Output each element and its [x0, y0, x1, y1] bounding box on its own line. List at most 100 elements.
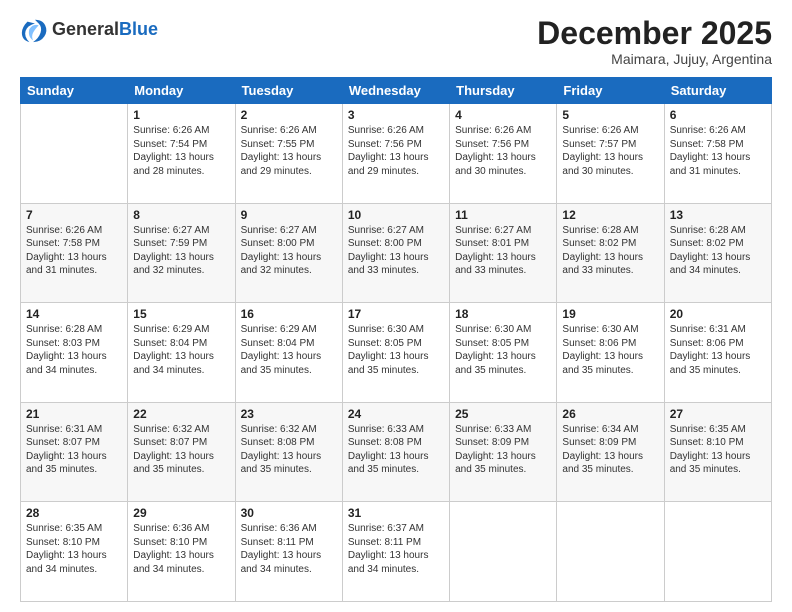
day-number: 18	[455, 307, 551, 321]
day-number: 23	[241, 407, 337, 421]
calendar-cell: 14Sunrise: 6:28 AM Sunset: 8:03 PM Dayli…	[21, 303, 128, 403]
day-number: 24	[348, 407, 444, 421]
calendar-week-row: 21 Sunrise: 6:31 AM Sunset: 8:07 PM Dayli…	[21, 402, 772, 502]
day-info: Sunrise: 6:26 AM Sunset: 7:56 PM Dayligh…	[455, 124, 551, 178]
location: Maimara, Jujuy, Argentina	[537, 51, 772, 67]
day-info: Sunrise: 6:33 AM Sunset: 8:09 PM Dayligh…	[455, 423, 551, 477]
day-number: 7	[26, 208, 122, 222]
day-number: 14	[26, 307, 122, 321]
day-number: 20	[670, 307, 766, 321]
calendar-cell: 28 Sunrise: 6:35 AM Sunset: 8:10 PM Dayli…	[21, 502, 128, 602]
day-number: 11	[455, 208, 551, 222]
calendar-cell: 17Sunrise: 6:30 AM Sunset: 8:05 PM Dayli…	[342, 303, 449, 403]
col-header-saturday: Saturday	[664, 78, 771, 104]
day-number: 17	[348, 307, 444, 321]
day-number: 1	[133, 108, 229, 122]
day-info: Sunrise: 6:35 AM Sunset: 8:10 PM Dayligh…	[670, 423, 766, 477]
day-info: Sunrise: 6:33 AM Sunset: 8:08 PM Dayligh…	[348, 423, 444, 477]
day-number: 26	[562, 407, 658, 421]
day-info: Sunrise: 6:26 AM Sunset: 7:58 PM Dayligh…	[670, 124, 766, 178]
day-number: 3	[348, 108, 444, 122]
day-info: Sunrise: 6:28 AM Sunset: 8:02 PM Dayligh…	[562, 224, 658, 278]
day-number: 2	[241, 108, 337, 122]
day-info: Sunrise: 6:26 AM Sunset: 7:58 PM Dayligh…	[26, 224, 122, 278]
day-info: Sunrise: 6:32 AM Sunset: 8:07 PM Dayligh…	[133, 423, 229, 477]
calendar-cell	[557, 502, 664, 602]
calendar-cell: 2 Sunrise: 6:26 AM Sunset: 7:55 PM Daylig…	[235, 104, 342, 204]
col-header-friday: Friday	[557, 78, 664, 104]
calendar-cell: 7 Sunrise: 6:26 AM Sunset: 7:58 PM Daylig…	[21, 203, 128, 303]
day-number: 12	[562, 208, 658, 222]
logo-icon	[20, 16, 48, 44]
day-info: Sunrise: 6:30 AM Sunset: 8:05 PM Dayligh…	[455, 323, 551, 377]
day-info: Sunrise: 6:35 AM Sunset: 8:10 PM Dayligh…	[26, 522, 122, 576]
col-header-thursday: Thursday	[450, 78, 557, 104]
calendar-cell: 20 Sunrise: 6:31 AM Sunset: 8:06 PM Dayli…	[664, 303, 771, 403]
calendar-cell: 30Sunrise: 6:36 AM Sunset: 8:11 PM Dayli…	[235, 502, 342, 602]
day-number: 25	[455, 407, 551, 421]
calendar-cell: 29 Sunrise: 6:36 AM Sunset: 8:10 PM Dayli…	[128, 502, 235, 602]
day-number: 4	[455, 108, 551, 122]
col-header-monday: Monday	[128, 78, 235, 104]
calendar-week-row: 7 Sunrise: 6:26 AM Sunset: 7:58 PM Daylig…	[21, 203, 772, 303]
calendar-cell: 31 Sunrise: 6:37 AM Sunset: 8:11 PM Dayli…	[342, 502, 449, 602]
day-info: Sunrise: 6:32 AM Sunset: 8:08 PM Dayligh…	[241, 423, 337, 477]
calendar-cell: 13Sunrise: 6:28 AM Sunset: 8:02 PM Dayli…	[664, 203, 771, 303]
day-info: Sunrise: 6:27 AM Sunset: 7:59 PM Dayligh…	[133, 224, 229, 278]
calendar-cell: 8Sunrise: 6:27 AM Sunset: 7:59 PM Daylig…	[128, 203, 235, 303]
calendar-cell: 5 Sunrise: 6:26 AM Sunset: 7:57 PM Daylig…	[557, 104, 664, 204]
day-info: Sunrise: 6:36 AM Sunset: 8:10 PM Dayligh…	[133, 522, 229, 576]
calendar-cell: 9Sunrise: 6:27 AM Sunset: 8:00 PM Daylig…	[235, 203, 342, 303]
calendar-cell: 10 Sunrise: 6:27 AM Sunset: 8:00 PM Dayli…	[342, 203, 449, 303]
title-block: December 2025 Maimara, Jujuy, Argentina	[537, 16, 772, 67]
day-info: Sunrise: 6:29 AM Sunset: 8:04 PM Dayligh…	[241, 323, 337, 377]
col-header-wednesday: Wednesday	[342, 78, 449, 104]
day-info: Sunrise: 6:30 AM Sunset: 8:06 PM Dayligh…	[562, 323, 658, 377]
calendar-cell: 15 Sunrise: 6:29 AM Sunset: 8:04 PM Dayli…	[128, 303, 235, 403]
month-title: December 2025	[537, 16, 772, 51]
day-number: 6	[670, 108, 766, 122]
day-number: 21	[26, 407, 122, 421]
header: GeneralBlue December 2025 Maimara, Jujuy…	[20, 16, 772, 67]
day-info: Sunrise: 6:31 AM Sunset: 8:07 PM Dayligh…	[26, 423, 122, 477]
day-number: 28	[26, 506, 122, 520]
day-number: 5	[562, 108, 658, 122]
calendar-table: SundayMondayTuesdayWednesdayThursdayFrid…	[20, 77, 772, 602]
day-number: 9	[241, 208, 337, 222]
day-number: 10	[348, 208, 444, 222]
day-info: Sunrise: 6:31 AM Sunset: 8:06 PM Dayligh…	[670, 323, 766, 377]
calendar-cell: 24 Sunrise: 6:33 AM Sunset: 8:08 PM Dayli…	[342, 402, 449, 502]
day-number: 13	[670, 208, 766, 222]
calendar-cell: 1 Sunrise: 6:26 AM Sunset: 7:54 PM Daylig…	[128, 104, 235, 204]
day-info: Sunrise: 6:27 AM Sunset: 8:00 PM Dayligh…	[348, 224, 444, 278]
day-info: Sunrise: 6:37 AM Sunset: 8:11 PM Dayligh…	[348, 522, 444, 576]
calendar-week-row: 28 Sunrise: 6:35 AM Sunset: 8:10 PM Dayli…	[21, 502, 772, 602]
day-number: 16	[241, 307, 337, 321]
calendar-cell: 22 Sunrise: 6:32 AM Sunset: 8:07 PM Dayli…	[128, 402, 235, 502]
calendar-cell: 21 Sunrise: 6:31 AM Sunset: 8:07 PM Dayli…	[21, 402, 128, 502]
day-number: 19	[562, 307, 658, 321]
calendar-cell: 25 Sunrise: 6:33 AM Sunset: 8:09 PM Dayli…	[450, 402, 557, 502]
calendar-week-row: 14Sunrise: 6:28 AM Sunset: 8:03 PM Dayli…	[21, 303, 772, 403]
day-number: 29	[133, 506, 229, 520]
day-number: 15	[133, 307, 229, 321]
day-number: 22	[133, 407, 229, 421]
calendar-cell: 6 Sunrise: 6:26 AM Sunset: 7:58 PM Daylig…	[664, 104, 771, 204]
calendar-cell: 26Sunrise: 6:34 AM Sunset: 8:09 PM Dayli…	[557, 402, 664, 502]
day-info: Sunrise: 6:26 AM Sunset: 7:55 PM Dayligh…	[241, 124, 337, 178]
day-info: Sunrise: 6:36 AM Sunset: 8:11 PM Dayligh…	[241, 522, 337, 576]
day-info: Sunrise: 6:29 AM Sunset: 8:04 PM Dayligh…	[133, 323, 229, 377]
calendar-cell: 27Sunrise: 6:35 AM Sunset: 8:10 PM Dayli…	[664, 402, 771, 502]
col-header-tuesday: Tuesday	[235, 78, 342, 104]
calendar-cell: 12 Sunrise: 6:28 AM Sunset: 8:02 PM Dayli…	[557, 203, 664, 303]
logo: GeneralBlue	[20, 16, 158, 44]
calendar-cell: 19 Sunrise: 6:30 AM Sunset: 8:06 PM Dayli…	[557, 303, 664, 403]
day-info: Sunrise: 6:26 AM Sunset: 7:54 PM Dayligh…	[133, 124, 229, 178]
calendar-cell: 16 Sunrise: 6:29 AM Sunset: 8:04 PM Dayli…	[235, 303, 342, 403]
calendar-cell: 23 Sunrise: 6:32 AM Sunset: 8:08 PM Dayli…	[235, 402, 342, 502]
day-number: 31	[348, 506, 444, 520]
calendar-cell: 4 Sunrise: 6:26 AM Sunset: 7:56 PM Daylig…	[450, 104, 557, 204]
calendar-header-row: SundayMondayTuesdayWednesdayThursdayFrid…	[21, 78, 772, 104]
day-info: Sunrise: 6:26 AM Sunset: 7:57 PM Dayligh…	[562, 124, 658, 178]
calendar-week-row: 1 Sunrise: 6:26 AM Sunset: 7:54 PM Daylig…	[21, 104, 772, 204]
